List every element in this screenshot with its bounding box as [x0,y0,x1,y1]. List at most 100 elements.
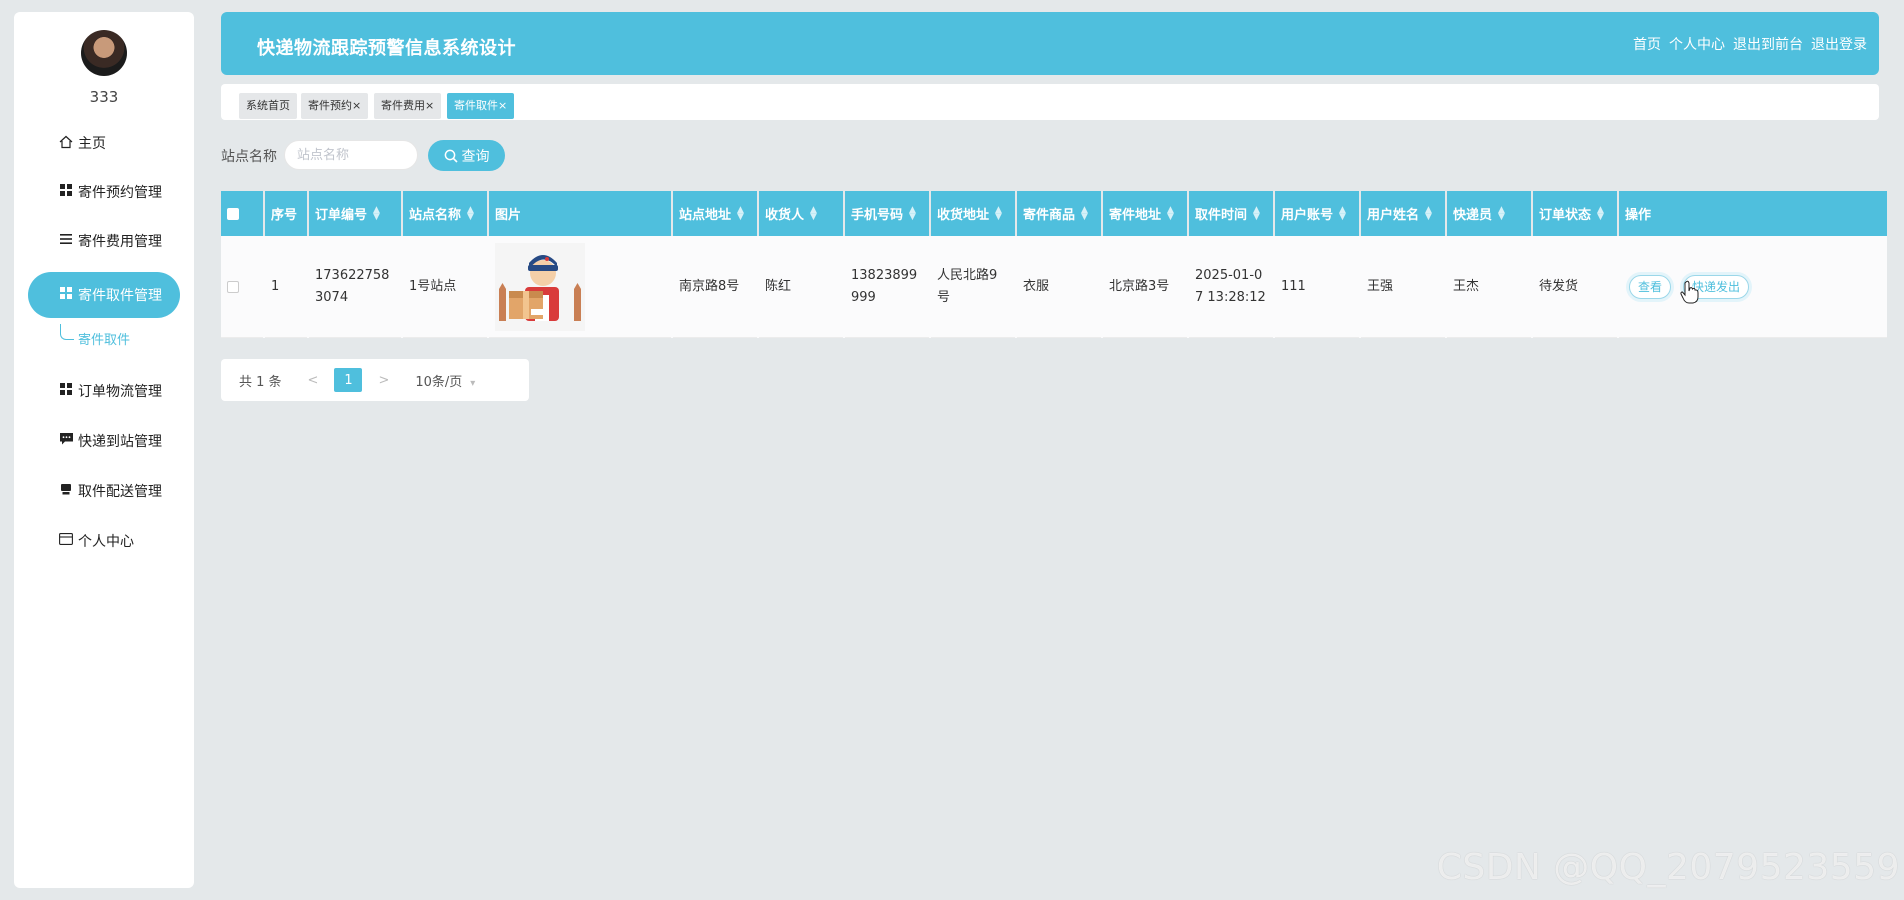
grid-icon [58,184,74,200]
sidebar-item-booking[interactable]: 寄件预约管理 [28,169,180,215]
tab-pickup[interactable]: 寄件取件× [447,93,515,119]
col-header[interactable]: 用户姓名 ▲ ▼ [1361,191,1445,236]
search-button-label: 查询 [461,148,490,165]
hand-cursor-icon [1680,280,1699,304]
col-header[interactable]: 寄件商品 ▲ ▼ [1017,191,1101,236]
station-name-input[interactable] [284,140,418,170]
sort-icon[interactable]: ▲ ▼ [810,205,817,221]
sort-icon[interactable]: ▲ ▼ [737,205,744,221]
sidebar-item-delivery[interactable]: 取件配送管理 [28,468,180,514]
courier-package-image[interactable] [495,242,585,331]
sort-icon[interactable]: ▲ ▼ [1597,205,1604,221]
printer-icon [58,483,74,499]
tab-booking[interactable]: 寄件预约× [301,93,369,119]
nav-logout-link[interactable]: 退出登录 [1811,34,1867,54]
sort-icon[interactable]: ▲ ▼ [373,205,380,221]
tab-label: 寄件费用 [381,99,425,112]
tab-label: 系统首页 [246,99,290,112]
cell-send-addr: 北京路3号 [1103,236,1187,338]
home-icon [58,135,74,151]
sort-icon[interactable]: ▲ ▼ [1498,205,1505,221]
top-header: 快递物流跟踪预警信息系统设计 首页 个人中心 退出到前台 退出登录 [221,12,1879,75]
tab-system-home[interactable]: 系统首页 [239,93,297,119]
cell-image [489,236,671,338]
sort-icon[interactable]: ▲ ▼ [1081,205,1088,221]
chat-icon [58,433,74,449]
search-label: 站点名称 [221,149,277,165]
col-header[interactable]: 订单状态 ▲ ▼ [1533,191,1617,236]
close-icon[interactable]: × [498,99,507,112]
grid-icon [58,287,74,303]
nav-frontend-link[interactable]: 退出到前台 [1733,34,1803,54]
col-header: 图片 [489,191,671,236]
header-nav: 首页 个人中心 退出到前台 退出登录 [1633,34,1867,54]
sidebar-item-home[interactable]: 主页 [28,120,180,166]
sidebar-subitem-pickup[interactable]: 寄件取件 [78,330,130,352]
close-icon[interactable]: × [425,99,434,112]
sort-icon[interactable]: ▲ ▼ [909,205,916,221]
sort-icon[interactable]: ▲ ▼ [995,205,1002,221]
submenu-connector [60,324,74,340]
col-header: 操作 [1619,191,1887,236]
nav-home-link[interactable]: 首页 [1633,34,1661,54]
col-header[interactable]: 手机号码 ▲ ▼ [845,191,929,236]
cell-courier: 王杰 [1447,236,1531,338]
search-icon [444,149,458,163]
sort-icon[interactable]: ▲ ▼ [1167,205,1174,221]
card-icon [58,533,74,549]
avatar[interactable] [81,30,127,76]
col-header[interactable]: 收货人 ▲ ▼ [759,191,843,236]
col-header[interactable]: 订单编号 ▲ ▼ [309,191,401,236]
sidebar-item-pickup[interactable]: 寄件取件管理 [28,272,180,318]
sidebar-item-label: 快递到站管理 [78,434,162,450]
table-header: 序号 订单编号 ▲ ▼ 站点名称 ▲ ▼ 图片 站点地址 ▲ ▼ 收货人 ▲ ▼ 手机号码 ▲ ▼ … [221,191,1887,236]
cell-index: 1 [265,236,307,338]
sort-icon[interactable]: ▲ ▼ [1253,205,1260,221]
sidebar-item-label: 寄件取件管理 [78,288,162,304]
sidebar-item-profile[interactable]: 个人中心 [28,518,180,564]
cell-phone: 13823899999 [845,236,929,338]
sidebar-item-label: 寄件费用管理 [78,234,162,250]
view-button[interactable]: 查看 [1629,274,1672,299]
col-header[interactable]: 用户账号 ▲ ▼ [1275,191,1359,236]
col-header[interactable]: 快递员 ▲ ▼ [1447,191,1531,236]
tab-label: 寄件预约 [308,99,352,112]
nav-profile-link[interactable]: 个人中心 [1669,34,1725,54]
sidebar-item-label: 寄件预约管理 [78,185,162,201]
cell-status: 待发货 [1533,236,1617,338]
sidebar-item-label: 取件配送管理 [78,484,162,500]
search-button[interactable]: 查询 [428,140,505,171]
page-size-select[interactable]: 10条/页 ▾ [415,371,475,390]
col-header[interactable]: 收货地址 ▲ ▼ [931,191,1015,236]
sidebar-item-fee[interactable]: 寄件费用管理 [28,218,180,264]
cell-receiver: 陈红 [759,236,843,338]
sidebar-item-arrival[interactable]: 快递到站管理 [28,418,180,464]
pagination: 共 1 条 < 1 > 10条/页 ▾ [221,359,529,401]
sidebar-item-label: 主页 [78,136,106,152]
row-checkbox[interactable] [227,280,239,293]
sidebar-item-logistics[interactable]: 订单物流管理 [28,368,180,414]
col-header[interactable]: 寄件地址 ▲ ▼ [1103,191,1187,236]
prev-page-button[interactable]: < [308,373,319,388]
tab-fee[interactable]: 寄件费用× [374,93,442,119]
page-1-button[interactable]: 1 [334,368,363,392]
col-header[interactable]: 站点名称 ▲ ▼ [403,191,487,236]
col-header[interactable]: 站点地址 ▲ ▼ [673,191,757,236]
tab-bar: 系统首页 寄件预约× 寄件费用× 寄件取件× [221,84,1879,120]
select-all-checkbox[interactable] [227,207,239,220]
total-count: 共 1 条 [239,374,282,390]
cell-actions: 查看 快递发出 [1619,236,1887,338]
grid-icon [58,383,74,399]
close-icon[interactable]: × [352,99,361,112]
sort-icon[interactable]: ▲ ▼ [467,205,474,221]
system-title: 快递物流跟踪预警信息系统设计 [257,38,516,59]
sort-icon[interactable]: ▲ ▼ [1339,205,1346,221]
cell-station: 1号站点 [403,236,487,338]
col-header[interactable]: 取件时间 ▲ ▼ [1189,191,1273,236]
sort-icon[interactable]: ▲ ▼ [1425,205,1432,221]
cell-order-no: 1736227583074 [309,236,401,338]
sidebar-item-label: 个人中心 [78,534,134,550]
cell-account: 111 [1275,236,1359,338]
next-page-button[interactable]: > [378,373,389,388]
chevron-down-icon: ▾ [470,377,476,389]
